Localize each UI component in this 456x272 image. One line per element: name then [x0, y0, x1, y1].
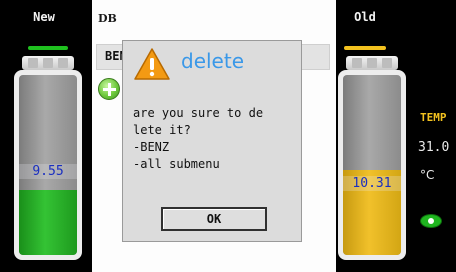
left-battery-panel: New 9.55 [0, 0, 92, 272]
temp-value: 31.0 [418, 140, 450, 155]
delete-dialog: delete are you sure to de lete it? -BENZ… [122, 40, 302, 242]
left-battery-gauge: 9.55 [14, 56, 82, 260]
temp-label: TEMP [420, 111, 447, 124]
left-battery-value: 9.55 [19, 164, 77, 179]
page-title: DB [98, 12, 117, 25]
left-panel-title: New [33, 10, 55, 24]
right-panel-title: Old [354, 10, 376, 24]
warning-triangle-icon [134, 48, 170, 80]
right-battery-gauge: 10.31 [338, 56, 406, 260]
dialog-title: delete [181, 49, 245, 73]
plus-circle-icon[interactable] [98, 78, 120, 100]
left-accent-bar [28, 46, 68, 50]
right-battery-value: 10.31 [343, 176, 401, 191]
battery-cap [22, 56, 74, 70]
left-battery-fill [19, 190, 77, 255]
right-accent-bar [344, 46, 386, 50]
ok-button[interactable]: OK [161, 207, 267, 231]
temp-unit: °C [420, 168, 435, 182]
right-battery-panel: Old 10.31 TEMP 31.0 °C [336, 0, 456, 272]
battery-cap [346, 56, 398, 70]
dialog-message: are you sure to de lete it? -BENZ -all s… [133, 106, 264, 171]
eye-icon[interactable] [420, 214, 442, 228]
